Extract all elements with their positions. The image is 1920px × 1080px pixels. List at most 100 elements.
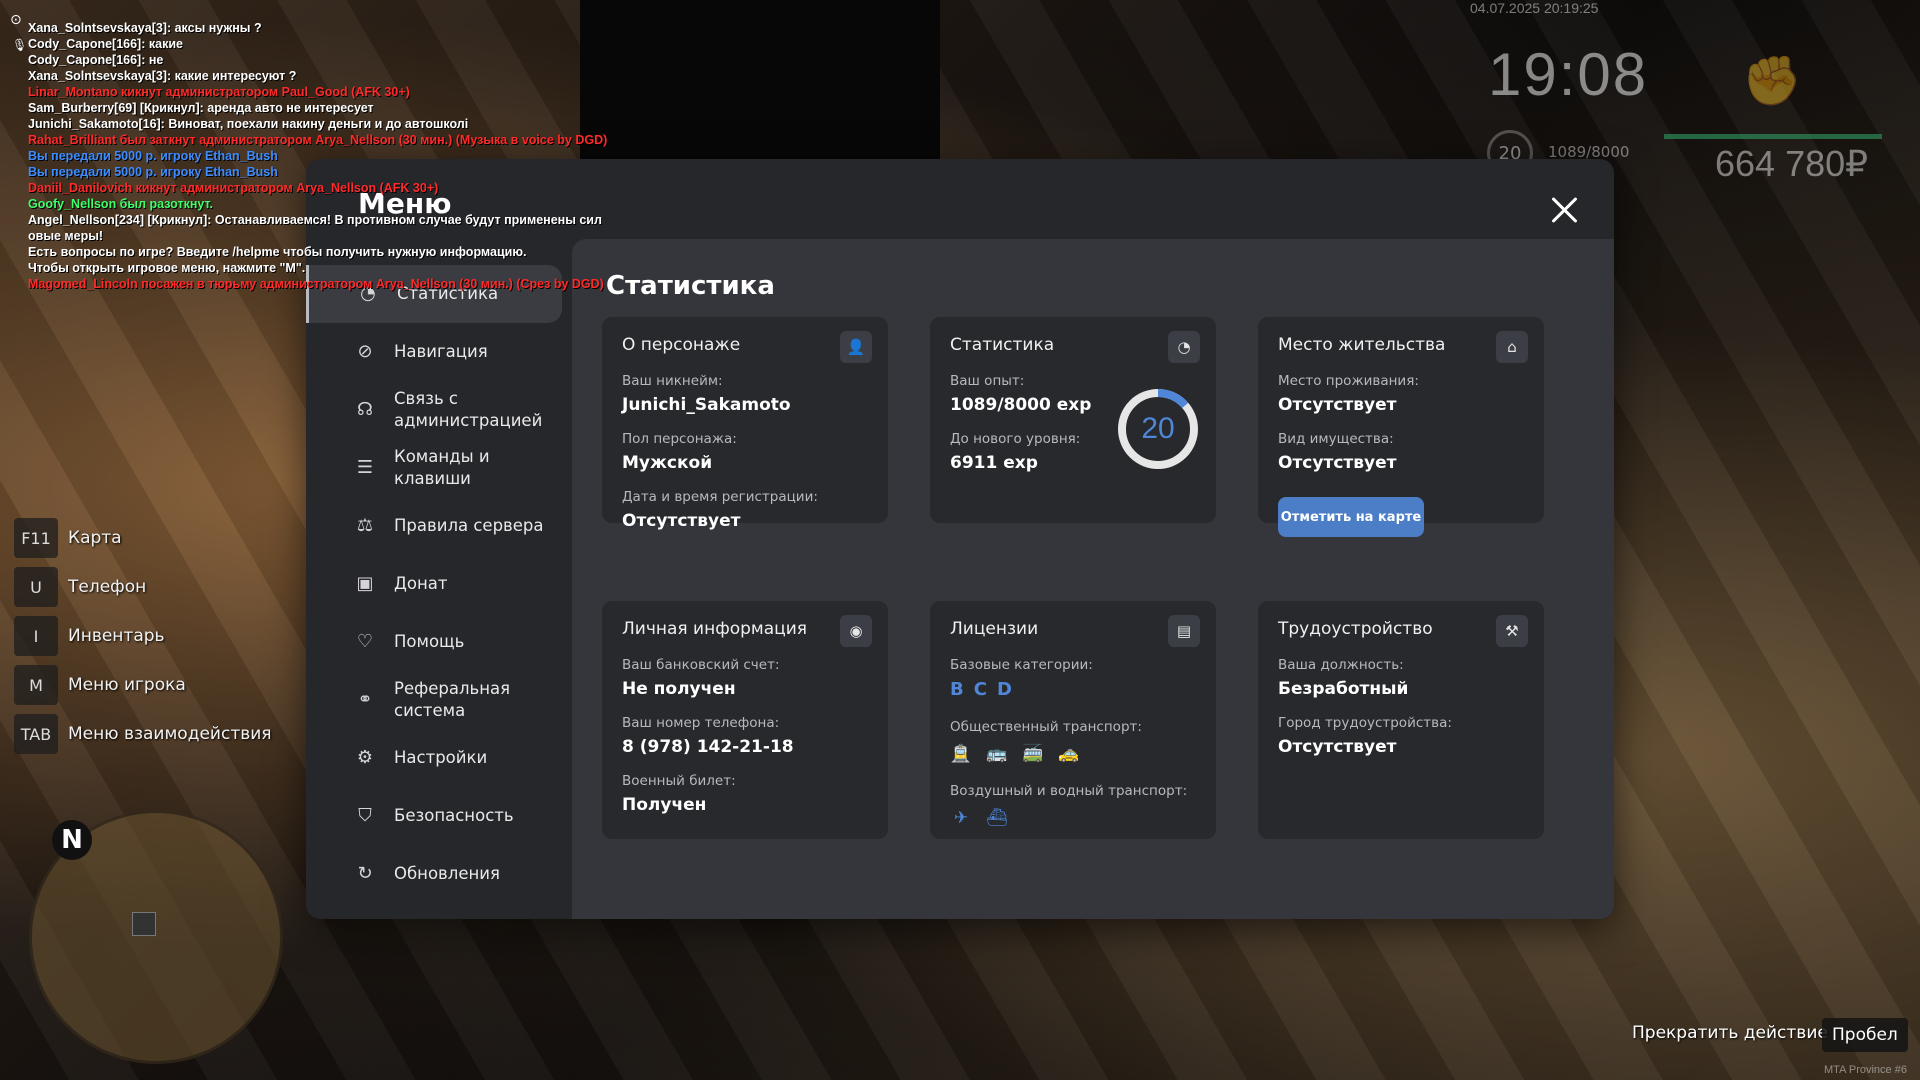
- chat-line: Xana_Solntsevskaya[3]: какие интересуют …: [28, 69, 297, 83]
- field-label: Ваша должность:: [1278, 657, 1404, 673]
- nav-item-referral[interactable]: ⚭ Реферальная система: [306, 671, 572, 729]
- plane-icon: ✈: [953, 808, 969, 828]
- hud-clock: 19:08: [1488, 41, 1649, 108]
- hotkey-key: TAB: [14, 714, 58, 754]
- field-value: Junichi_Sakamoto: [622, 395, 791, 415]
- field-registration: Дата и время регистрации: Отсутствует: [622, 489, 818, 531]
- user-circle-icon: ◉: [840, 615, 872, 647]
- hotkey-map: F11 Карта: [14, 518, 272, 558]
- card-title: О персонаже: [622, 335, 741, 355]
- close-icon[interactable]: [1546, 191, 1582, 227]
- field-air-water-transport: Воздушный и водный транспорт: ✈ ⛴: [950, 783, 1187, 829]
- card-title: Личная информация: [622, 619, 808, 639]
- license-categories: BCD: [950, 679, 1093, 700]
- card-personal-info: Личная информация ◉ Ваш банковский счет:…: [602, 601, 888, 839]
- hotkey-key: I: [14, 616, 58, 656]
- nav-label: Связь с администрацией: [394, 389, 543, 430]
- chat-line: Rahat_Brilliant был заткнут администрато…: [28, 133, 608, 147]
- field-label: Военный билет:: [622, 773, 736, 789]
- hotkey-interaction-menu: TAB Меню взаимодействия: [14, 714, 272, 754]
- field-label: Базовые категории:: [950, 657, 1093, 673]
- chat-log: Xana_Solntsevskaya[3]: аксы нужны ? Cody_…: [28, 20, 607, 292]
- card-title: Лицензии: [950, 619, 1039, 639]
- field-value: Отсутствует: [1278, 395, 1397, 415]
- hotkey-key: F11: [14, 518, 58, 558]
- field-label: Ваш банковский счет:: [622, 657, 780, 673]
- field-position: Ваша должность: Безработный: [1278, 657, 1408, 699]
- nav-label: Обновления: [394, 864, 500, 883]
- heart-hand-icon: ♡: [356, 631, 374, 652]
- nav-item-navigation[interactable]: ⊘ Навигация: [306, 323, 572, 381]
- nav-item-donate[interactable]: ▣ Донат: [306, 555, 572, 613]
- field-label: Город трудоустройства:: [1278, 715, 1452, 731]
- hotkey-label: Меню взаимодействия: [68, 724, 272, 744]
- card-title: Статистика: [950, 335, 1055, 355]
- nav-item-commands[interactable]: ☰ Команды и клавиши: [306, 439, 572, 497]
- field-employment-city: Город трудоустройства: Отсутствует: [1278, 715, 1452, 757]
- content-title: Статистика: [606, 271, 775, 301]
- action-prompt: Прекратить действие: [1632, 1023, 1828, 1043]
- taxi-icon: 🚕: [1058, 744, 1080, 764]
- field-label: Дата и время регистрации:: [622, 489, 818, 505]
- server-watermark: MTA Province #6: [1824, 1064, 1907, 1076]
- chat-line: Linar_Montano кикнут администратором Pau…: [28, 85, 410, 99]
- nav-label: Команды и клавиши: [394, 447, 490, 488]
- chat-line: Cody_Capone[166]: какие: [28, 37, 183, 51]
- pie-chart-icon: ◔: [1168, 331, 1200, 363]
- chat-line: Cody_Capone[166]: не: [28, 53, 164, 67]
- chat-line: Есть вопросы по игре? Введите /helpme чт…: [28, 245, 527, 259]
- field-value: Отсутствует: [622, 511, 741, 531]
- boat-icon: ⛴: [986, 808, 1008, 828]
- air-water-icons: ✈ ⛴: [950, 807, 1187, 829]
- player-marker-icon: [132, 912, 156, 936]
- chat-line: Goofy_Nellson был разоткнут.: [28, 197, 213, 211]
- field-military-id: Военный билет: Получен: [622, 773, 736, 815]
- chat-line: Magomed_Lincoln посажен в тюрьму админис…: [28, 277, 604, 291]
- level-number: 20: [1141, 412, 1175, 445]
- field-property-type: Вид имущества: Отсутствует: [1278, 431, 1396, 473]
- field-value: Безработный: [1278, 679, 1409, 699]
- shield-icon: ⛉: [358, 805, 372, 826]
- field-next-level: До нового уровня: 6911 exp: [950, 431, 1080, 473]
- nav-item-security[interactable]: ⛉ Безопасность: [306, 787, 572, 845]
- hud-money: 664 780₽: [1715, 143, 1869, 184]
- settings-icon[interactable]: ⊙: [10, 12, 22, 28]
- background-wall: [580, 0, 940, 170]
- hud-datetime: 04.07.2025 20:19:25: [1470, 0, 1599, 16]
- nav-item-admin-contact[interactable]: ☊ Связь с администрацией: [306, 381, 572, 439]
- hotkey-inventory: I Инвентарь: [14, 616, 272, 656]
- menu-content: Статистика О персонаже 👤 Ваш никнейм: Ju…: [572, 239, 1614, 919]
- chat-line: Daniil_Danilovich кикнут администратором…: [28, 181, 439, 195]
- field-value: Получен: [622, 795, 707, 815]
- card-title: Трудоустройство: [1278, 619, 1433, 639]
- chat-line: Xana_Solntsevskaya[3]: аксы нужны ?: [28, 21, 262, 35]
- field-label: Общественный транспорт:: [950, 719, 1142, 735]
- field-bank: Ваш банковский счет: Не получен: [622, 657, 780, 699]
- field-label: Ваш никнейм:: [622, 373, 723, 389]
- hotkey-label: Меню игрока: [68, 675, 186, 695]
- scales-icon: ⚖: [356, 515, 374, 536]
- nav-label: Правила сервера: [394, 516, 544, 535]
- field-gender: Пол персонажа: Мужской: [622, 431, 737, 473]
- hotkey-phone: U Телефон: [14, 567, 272, 607]
- field-value: Отсутствует: [1278, 453, 1397, 473]
- action-key[interactable]: Пробел: [1822, 1018, 1908, 1052]
- hammer-icon: ⚒: [1496, 615, 1528, 647]
- card-character: О персонаже 👤 Ваш никнейм: Junichi_Sakam…: [602, 317, 888, 531]
- nav-item-help[interactable]: ♡ Помощь: [306, 613, 572, 671]
- nav-item-settings[interactable]: ⚙ Настройки: [306, 729, 572, 787]
- document-icon: ▤: [1168, 615, 1200, 647]
- field-value: 8 (978) 142-21-18: [622, 737, 794, 757]
- hotkey-label: Инвентарь: [68, 626, 165, 646]
- license-category: C: [973, 679, 987, 700]
- field-label: Место проживания:: [1278, 373, 1419, 389]
- license-category: B: [950, 679, 964, 700]
- field-label: Вид имущества:: [1278, 431, 1394, 447]
- nav-item-updates[interactable]: ↻ Обновления: [306, 845, 572, 903]
- hotkey-label: Телефон: [68, 577, 147, 597]
- nav-item-rules[interactable]: ⚖ Правила сервера: [306, 497, 572, 555]
- hotkey-key: M: [14, 665, 58, 705]
- field-phone: Ваш номер телефона: 8 (978) 142-21-18: [622, 715, 794, 757]
- mark-on-map-button[interactable]: Отметить на карте: [1278, 497, 1424, 537]
- wallet-icon: ▣: [356, 573, 374, 594]
